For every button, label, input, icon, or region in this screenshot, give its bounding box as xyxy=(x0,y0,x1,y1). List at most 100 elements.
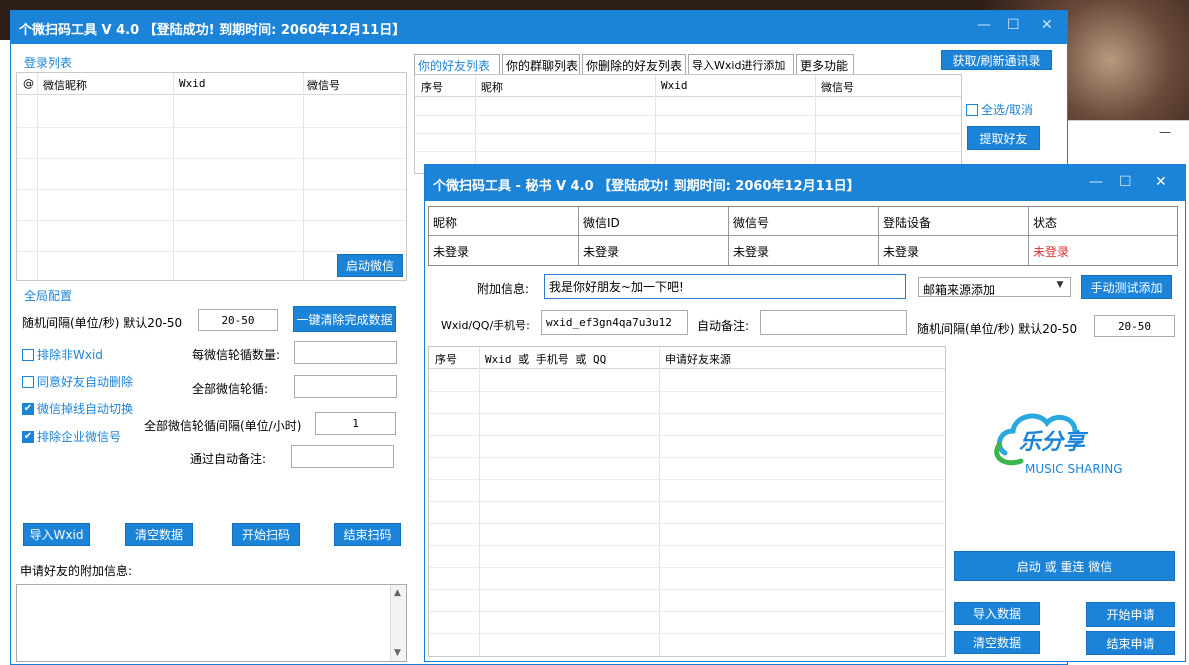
header-wechat-id: 微信ID xyxy=(579,207,729,236)
exclude-non-wxid-checkbox[interactable]: 排除非Wxid xyxy=(22,346,103,363)
checkbox-box xyxy=(22,375,34,388)
agree-auto-delete-checkbox[interactable]: 同意好友自动删除 xyxy=(22,373,133,390)
close-icon[interactable]: ✕ xyxy=(1041,17,1053,33)
auto-remark-input[interactable] xyxy=(291,445,394,468)
minimize-icon[interactable]: — xyxy=(1089,174,1103,190)
header-wechat-number: 微信号 xyxy=(729,207,879,236)
col-wechat-id: 微信号 xyxy=(307,79,340,92)
interval-label: 随机间隔(单位/秒) 默认20-50 xyxy=(917,322,1078,336)
value-wechat-number: 未登录 xyxy=(729,236,879,265)
all-wechat-rounds-label: 全部微信轮循: xyxy=(192,382,269,396)
login-list-label: 登录列表 xyxy=(24,56,73,70)
refresh-contacts-button[interactable]: 获取/刷新通讯录 xyxy=(941,50,1052,70)
header-nickname: 昵称 xyxy=(429,207,579,236)
per-wechat-rounds-label: 每微信轮循数量: xyxy=(192,348,281,362)
secretary-window-title: 个微扫码工具 - 秘书 V 4.0 【登陆成功! 到期时间: 2060年12月1… xyxy=(433,179,860,194)
status-header-row: 昵称 微信ID 微信号 登陆设备 状态 xyxy=(429,207,1177,236)
scroll-up-icon[interactable]: ▲ xyxy=(394,588,401,598)
minimize-icon[interactable]: — xyxy=(977,17,991,33)
apply-list-grid[interactable]: 序号 Wxid 或 手机号 或 QQ 申请好友来源 xyxy=(428,346,946,657)
checkbox-box xyxy=(966,103,978,116)
interval-label: 随机间隔(单位/秒) 默认20-50 xyxy=(22,316,183,330)
col-at: @ xyxy=(23,77,34,90)
col-index: 序号 xyxy=(435,353,457,366)
status-table: 昵称 微信ID 微信号 登陆设备 状态 未登录 未登录 未登录 未登录 未登录 xyxy=(428,206,1178,266)
all-round-interval-label: 全部微信轮循间隔(单位/小时) xyxy=(144,419,302,433)
start-restart-wechat-button[interactable]: 启动 或 重连 微信 xyxy=(954,551,1175,581)
interval-input[interactable]: 20-50 xyxy=(1094,315,1175,337)
end-apply-button[interactable]: 结束申请 xyxy=(1086,631,1175,655)
value-login-device: 未登录 xyxy=(879,236,1029,265)
header-status: 状态 xyxy=(1033,216,1058,230)
clear-done-button[interactable]: 一键清除完成数据 xyxy=(293,306,396,332)
main-window-title: 个微扫码工具 V 4.0 【登陆成功! 到期时间: 2060年12月11日】 xyxy=(19,23,406,38)
chevron-down-icon: ▼ xyxy=(1056,280,1064,290)
interval-input[interactable]: 20-50 xyxy=(198,309,278,331)
import-data-button[interactable]: 导入数据 xyxy=(954,602,1040,625)
col-wxid: Wxid xyxy=(661,79,688,92)
start-apply-button[interactable]: 开始申请 xyxy=(1086,602,1175,627)
attach-label: 附加信息: xyxy=(477,282,530,296)
attach-input[interactable]: 我是你好朋友~加一下吧! xyxy=(544,274,906,299)
col-wxid: Wxid xyxy=(179,77,206,90)
check-icon: ✔ xyxy=(22,430,34,443)
header-login-device: 登陆设备 xyxy=(879,207,1029,236)
logo-en-text: MUSIC SHARING xyxy=(1025,462,1123,476)
attach-info-textarea[interactable]: ▲ ▼ xyxy=(16,584,407,662)
apply-list-header: 序号 Wxid 或 手机号 或 QQ 申请好友来源 xyxy=(429,347,945,369)
value-wechat-id: 未登录 xyxy=(579,236,729,265)
tab-friend-list[interactable]: 你的好友列表 xyxy=(414,54,500,75)
main-titlebar[interactable]: 个微扫码工具 V 4.0 【登陆成功! 到期时间: 2060年12月11日】 —… xyxy=(11,11,1067,44)
scroll-down-icon[interactable]: ▼ xyxy=(394,648,401,658)
col-nickname: 微信昵称 xyxy=(43,79,87,92)
login-list-header: @ 微信昵称 Wxid 微信号 xyxy=(17,73,406,95)
import-wxid-button[interactable]: 导入Wxid xyxy=(23,523,90,546)
col-wechat-id: 微信号 xyxy=(821,81,854,94)
start-scan-button[interactable]: 开始扫码 xyxy=(232,523,300,546)
tab-more-features[interactable]: 更多功能 xyxy=(796,54,854,74)
friend-list-header: 序号 昵称 Wxid 微信号 xyxy=(415,75,961,97)
music-sharing-logo: 乐分享 MUSIC SHARING xyxy=(994,413,1123,476)
tab-import-wxid[interactable]: 导入Wxid进行添加 xyxy=(688,54,794,74)
checkbox-box xyxy=(22,348,34,361)
tab-group-list[interactable]: 你的群聊列表 xyxy=(502,54,580,74)
maximize-icon[interactable]: ☐ xyxy=(1119,174,1132,190)
attach-info-label: 申请好友的附加信息: xyxy=(20,564,133,578)
per-wechat-rounds-input[interactable] xyxy=(294,341,397,364)
clear-data-button[interactable]: 清空数据 xyxy=(125,523,193,546)
wxid-input[interactable]: wxid_ef3gn4qa7u3u12 xyxy=(541,310,688,335)
select-all-checkbox[interactable]: 全选/取消 xyxy=(966,101,1033,118)
value-status: 未登录 xyxy=(1033,245,1070,259)
scrollbar[interactable]: ▲ ▼ xyxy=(390,585,406,661)
source-select[interactable]: 邮箱来源添加 ▼ xyxy=(918,277,1071,297)
tab-deleted-friends[interactable]: 你删除的好友列表 xyxy=(582,54,686,74)
all-round-interval-input[interactable]: 1 xyxy=(315,412,396,435)
col-nickname: 昵称 xyxy=(481,81,503,94)
clear-data-button[interactable]: 清空数据 xyxy=(954,631,1040,654)
auto-remark-label: 自动备注: xyxy=(697,319,750,333)
global-config-label: 全局配置 xyxy=(24,289,73,303)
extract-friends-button[interactable]: 提取好友 xyxy=(967,126,1040,150)
exclude-enterprise-checkbox[interactable]: ✔ 排除企业微信号 xyxy=(22,428,121,445)
all-wechat-rounds-input[interactable] xyxy=(294,375,397,398)
login-list-grid[interactable]: @ 微信昵称 Wxid 微信号 xyxy=(16,72,407,281)
end-scan-button[interactable]: 结束扫码 xyxy=(334,523,401,546)
col-wxid-phone-qq: Wxid 或 手机号 或 QQ xyxy=(485,353,607,366)
check-icon: ✔ xyxy=(22,402,34,415)
secretary-window: 个微扫码工具 - 秘书 V 4.0 【登陆成功! 到期时间: 2060年12月1… xyxy=(424,164,1186,662)
auto-remark-input[interactable] xyxy=(760,310,907,335)
wxid-label: Wxid/QQ/手机号: xyxy=(441,319,530,332)
status-value-row: 未登录 未登录 未登录 未登录 未登录 xyxy=(429,236,1177,265)
close-icon[interactable]: ✕ xyxy=(1155,174,1167,190)
friend-list-grid[interactable]: 序号 昵称 Wxid 微信号 xyxy=(414,74,962,174)
col-index: 序号 xyxy=(421,81,443,94)
value-nickname: 未登录 xyxy=(429,236,579,265)
minimize-icon[interactable]: — xyxy=(1159,125,1171,139)
col-apply-source: 申请好友来源 xyxy=(665,353,731,366)
start-wechat-button[interactable]: 启动微信 xyxy=(337,254,403,277)
manual-test-button[interactable]: 手动测试添加 xyxy=(1081,275,1172,299)
maximize-icon[interactable]: ☐ xyxy=(1007,17,1020,33)
secretary-titlebar[interactable]: 个微扫码工具 - 秘书 V 4.0 【登陆成功! 到期时间: 2060年12月1… xyxy=(425,165,1185,201)
auto-switch-checkbox[interactable]: ✔ 微信掉线自动切换 xyxy=(22,400,133,417)
auto-remark-label: 通过自动备注: xyxy=(190,452,267,466)
